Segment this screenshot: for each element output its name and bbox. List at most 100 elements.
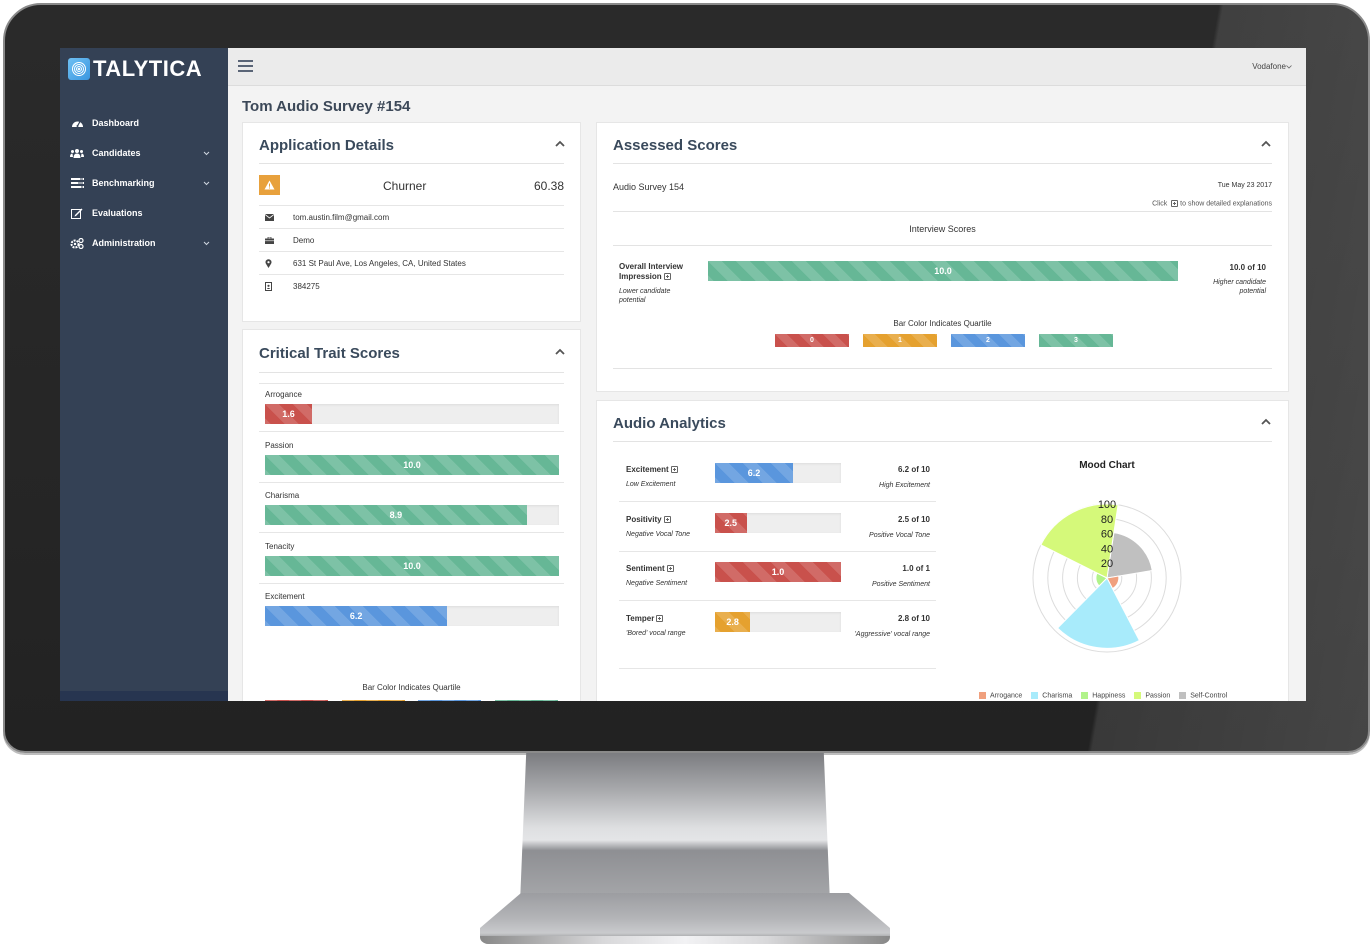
sidebar-item-label: Evaluations: [92, 208, 143, 218]
overall-low-note: Lower candidate potential: [619, 288, 671, 304]
legend-item[interactable]: Arrogance: [979, 692, 1022, 699]
overall-high-note: Higher candidate potential: [1213, 279, 1266, 295]
mood-polar-chart: 20 40 60 80 100: [1032, 499, 1182, 653]
metric-high-note: High Excitement: [879, 482, 930, 489]
expand-plus-icon[interactable]: [663, 515, 671, 523]
overall-label-line1: Overall Interview: [619, 262, 684, 271]
metric-score-fill: 2.8: [715, 611, 751, 632]
hint-prefix: Click: [1152, 200, 1168, 208]
legend-swatch: [979, 692, 986, 699]
detail-row-id: 384275: [259, 274, 564, 297]
sidebar-item-candidates[interactable]: Candidates: [60, 138, 228, 168]
legend-item[interactable]: Happiness: [1081, 692, 1125, 699]
collapse-icon[interactable]: [554, 135, 566, 147]
sidebar-item-label: Benchmarking: [92, 178, 155, 188]
divider: [259, 582, 564, 584]
trait-score-bar: 8.9: [265, 505, 559, 525]
menu-toggle-button[interactable]: [238, 60, 253, 73]
status-label: Churner: [383, 179, 427, 193]
trait-label: Charisma: [265, 491, 300, 500]
expand-plus-icon[interactable]: [670, 466, 678, 474]
critical-trait-scores-panel: Critical Trait Scores Arrogance 1.6 Passio…: [242, 329, 581, 701]
sidebar-item-administration[interactable]: Administration: [60, 228, 228, 258]
trait-score-fill: 6.2: [265, 606, 448, 626]
envelope-icon: [259, 213, 293, 221]
metric-score-text: 1.0 of 1: [902, 564, 930, 573]
sidebar-item-benchmarking[interactable]: Benchmarking: [60, 168, 228, 198]
metric-score-fill: 2.5: [715, 512, 747, 533]
hint-suffix: to show detailed explanations: [1180, 200, 1272, 208]
quartile-legend-1: 1: [342, 700, 405, 701]
collapse-icon[interactable]: [1260, 135, 1272, 147]
survey-name: Audio Survey 154: [613, 182, 685, 192]
overall-label: Overall Interview Impression: [619, 262, 683, 282]
trait-score-fill: 10.0: [265, 555, 559, 576]
candidate-address: 631 St Paul Ave, Los Angeles, CA, United…: [293, 258, 466, 268]
trait-score-fill: 10.0: [265, 454, 559, 475]
expand-plus-icon[interactable]: [663, 273, 671, 281]
overall-score-text: 10.0 of 10: [1229, 263, 1266, 272]
cogs-icon: [70, 237, 84, 249]
page-title: Tom Audio Survey #154: [242, 98, 411, 115]
trait-score-bar: 10.0: [265, 454, 559, 475]
trait-score-bar: 1.6: [265, 404, 559, 424]
edit-icon: [70, 207, 84, 219]
chevron-down-icon: [1286, 65, 1292, 69]
divider: [259, 481, 564, 483]
metric-label: Positivity: [626, 515, 671, 524]
legend-label: Arrogance: [990, 692, 1023, 700]
account-dropdown[interactable]: Vodafone: [1252, 62, 1292, 71]
metric-score-bar: 6.2: [715, 463, 841, 483]
metric-low-note: Negative Sentiment: [626, 580, 688, 587]
app-screen: TALYTICA Dashboard Candidates Benchmarki…: [60, 48, 1306, 701]
radial-tick-label: 40: [1101, 543, 1113, 555]
divider: [259, 431, 564, 432]
metric-score-fill: 1.0: [715, 562, 841, 582]
trait-score-bar: 10.0: [265, 555, 559, 576]
quartile-legend-0: 0: [775, 334, 849, 347]
expand-plus-icon: [1171, 200, 1179, 207]
status-score: 60.38: [533, 179, 564, 193]
expand-plus-icon[interactable]: [656, 614, 664, 622]
id-badge-icon: [259, 281, 293, 291]
expand-plus-icon[interactable]: [666, 565, 674, 573]
candidate-company: Demo: [293, 235, 315, 245]
divider: [619, 667, 936, 669]
sidebar-nav: Dashboard Candidates Benchmarking Evalua…: [60, 108, 228, 258]
collapse-icon[interactable]: [554, 343, 566, 355]
quartile-legend-title: Bar Color Indicates Quartile: [362, 683, 461, 692]
divider: [259, 532, 564, 533]
legend-item[interactable]: Self-Control: [1179, 692, 1227, 699]
sidebar-footer: [60, 691, 228, 701]
map-marker-icon: [259, 258, 293, 268]
detail-row-email: tom.austin.film@gmail.com: [259, 205, 564, 228]
sidebar-item-dashboard[interactable]: Dashboard: [60, 108, 228, 138]
mood-chart: Mood Chart 20 40 60 80 100 Arrogance Charisma…: [957, 456, 1257, 701]
polar-segment-self-control[interactable]: [1106, 532, 1153, 579]
metric-score-fill: 6.2: [715, 463, 794, 483]
metric-high-note: 'Aggressive' vocal range: [854, 630, 930, 638]
brand-logo[interactable]: TALYTICA: [68, 56, 202, 81]
legend-item[interactable]: Charisma: [1031, 692, 1072, 699]
quartile-legend-2: 2: [951, 334, 1025, 347]
candidate-email[interactable]: tom.austin.film@gmail.com: [293, 213, 389, 222]
panel-title: Audio Analytics: [613, 415, 726, 432]
divider: [259, 163, 564, 164]
polar-segment-charisma[interactable]: [1056, 577, 1141, 649]
sidebar-item-evaluations[interactable]: Evaluations: [60, 198, 228, 228]
chart-title: Mood Chart: [1079, 460, 1135, 471]
sidebar: TALYTICA Dashboard Candidates Benchmarki…: [60, 48, 228, 701]
application-details-panel: Application Details Churner 60.38 tom.au…: [242, 122, 581, 322]
legend-label: Happiness: [1092, 692, 1126, 700]
metric-name: Excitement: [626, 465, 669, 474]
panel-title: Critical Trait Scores: [259, 345, 400, 362]
metric-label: Excitement: [626, 465, 678, 474]
metric-high-note: Positive Sentiment: [872, 581, 930, 588]
divider: [613, 441, 1272, 442]
legend-item[interactable]: Passion: [1134, 692, 1170, 699]
metric-low-note: 'Bored' vocal range: [626, 629, 686, 637]
panel-title: Assessed Scores: [613, 137, 738, 154]
trait-label: Tenacity: [265, 541, 295, 551]
collapse-icon[interactable]: [1260, 413, 1272, 425]
quartile-legend-1: 1: [863, 334, 937, 347]
